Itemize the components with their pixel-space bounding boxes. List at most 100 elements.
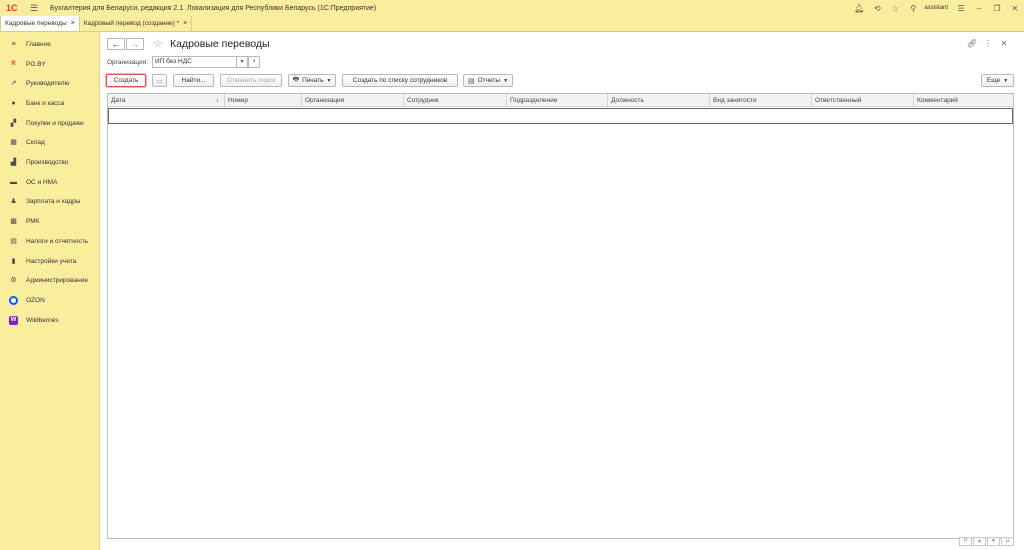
tax-icon: ▤ <box>10 238 17 245</box>
close-tab-icon[interactable]: × <box>183 20 187 27</box>
book-icon: ▮ <box>11 258 16 265</box>
sidebar-item-label: Wildberries <box>26 316 59 324</box>
sidebar-item-label: OZON <box>26 296 45 304</box>
search-icon[interactable]: ⚲ <box>904 4 922 13</box>
sidebar-item-label: Зарплата и кадры <box>26 197 81 205</box>
sidebar-item-label: PO.BY <box>26 60 46 68</box>
organization-dropdown-button[interactable]: ▾ <box>236 56 248 68</box>
column-header-comment[interactable]: Комментарий <box>914 94 1013 107</box>
sidebar-item-rmk[interactable]: ▩ РМК <box>0 213 100 229</box>
more-label: Еще <box>986 77 1001 84</box>
sidebar-item-label: Руководителю <box>26 79 70 87</box>
reports-button[interactable]: ▤ Отчеты ▼ <box>463 74 513 87</box>
column-header-date[interactable]: Дата ↓ <box>108 94 225 107</box>
report-icon: ▤ <box>467 77 475 85</box>
page-title: Кадровые переводы <box>170 38 270 50</box>
arrow-right-icon: → <box>130 39 140 49</box>
rby-icon: R <box>11 61 16 67</box>
sidebar-item-manager[interactable]: ↗ Руководителю <box>0 75 100 91</box>
more-button[interactable]: Еще ▼ <box>981 74 1014 87</box>
print-button[interactable]: 🖶︎ Печать ▼ <box>288 74 336 87</box>
open-tabs-bar: Кадровые переводы × Кадровый перевод (со… <box>0 16 1024 32</box>
bell-icon[interactable]: 🔔︎ <box>850 4 868 13</box>
printer-icon: 🖶︎ <box>292 76 300 83</box>
selected-empty-row[interactable] <box>108 108 1013 124</box>
hr-transfers-table[interactable]: Дата ↓ Номер Организация Сотрудник Подра… <box>107 93 1014 539</box>
organization-clear-button[interactable]: × <box>248 56 260 68</box>
sidebar-item-bank[interactable]: ● Банк и касса <box>0 95 100 111</box>
tab-hr-transfer-create[interactable]: Кадровый перевод (создание) * × <box>80 16 193 31</box>
sidebar-item-label: Администрирование <box>26 276 88 284</box>
sidebar-item-administration[interactable]: ⚙ Администрирование <box>0 272 100 288</box>
sidebar-item-label: Склад <box>26 138 45 146</box>
scroll-up-icon[interactable]: ▲ <box>973 537 986 546</box>
main-menu-icon[interactable]: ☰ <box>30 3 42 14</box>
copy-icon: ▭ <box>156 77 163 85</box>
restore-icon[interactable]: ❐ <box>988 4 1006 13</box>
column-header-department[interactable]: Подразделение <box>507 94 608 107</box>
column-header-organization[interactable]: Организация <box>302 94 404 107</box>
table-header: Дата ↓ Номер Организация Сотрудник Подра… <box>108 94 1013 107</box>
sidebar-item-label: Налоги и отчетность <box>26 237 89 245</box>
app-title: Бухгалтерия для Беларуси, редакция 2.1. … <box>50 4 377 12</box>
sidebar-item-salary-hr[interactable]: ♟ Зарплата и кадры <box>0 193 100 209</box>
chart-trend-icon: ↗ <box>10 80 17 87</box>
current-user[interactable]: assistant <box>924 5 948 11</box>
arrow-left-icon: ← <box>111 39 121 49</box>
column-header-responsible[interactable]: Ответственный <box>812 94 914 107</box>
sidebar-item-wildberries[interactable]: W Wildberries <box>0 312 100 328</box>
chevron-down-icon: ▼ <box>326 77 332 84</box>
link-icon[interactable]: 🔗︎ <box>964 39 980 48</box>
sidebar-item-label: Банк и касса <box>26 99 65 107</box>
sidebar-item-label: Главное <box>26 40 51 48</box>
favorites-star-icon[interactable]: ☆ <box>886 4 904 13</box>
column-header-position[interactable]: Должность <box>608 94 710 107</box>
sidebar-item-roby[interactable]: R PO.BY <box>0 56 100 72</box>
sidebar-item-ozon[interactable]: OZON <box>0 292 100 308</box>
column-header-employee[interactable]: Сотрудник <box>404 94 507 107</box>
forward-button[interactable]: → <box>126 38 144 50</box>
close-form-icon[interactable]: ✕ <box>996 39 1012 48</box>
column-header-number[interactable]: Номер <box>225 94 302 107</box>
scroll-down-icon[interactable]: ▼ <box>987 537 1000 546</box>
bank-icon: ● <box>11 99 16 107</box>
scroll-first-icon[interactable]: ⇈ <box>959 537 972 546</box>
sidebar-item-accounting-settings[interactable]: ▮ Настройки учета <box>0 253 100 269</box>
more-vert-icon[interactable]: ⋮ <box>980 39 996 48</box>
sidebar-item-production[interactable]: ▟ Производство <box>0 154 100 170</box>
sidebar-item-label: Настройки учета <box>26 257 77 265</box>
back-button[interactable]: ← <box>107 38 125 50</box>
sidebar-item-label: РМК <box>26 217 40 225</box>
print-label: Печать <box>302 77 324 84</box>
chevron-down-icon: ▼ <box>1003 77 1009 84</box>
sidebar-item-fixed-assets[interactable]: ▬ ОС и НМА <box>0 174 100 190</box>
organization-field[interactable]: ИП без НДС <box>152 56 237 68</box>
menu-icon: ≡ <box>11 40 16 48</box>
cancel-search-button[interactable]: Отменить поиск <box>220 74 282 87</box>
create-by-employee-list-button[interactable]: Создать по списку сотрудников <box>342 74 458 87</box>
copy-button[interactable]: ▭ <box>152 74 167 87</box>
sidebar-item-purchases-sales[interactable]: ▞ Покупки и продажи <box>0 115 100 131</box>
favorite-star-icon[interactable]: ☆ <box>153 37 163 50</box>
person-icon: ♟ <box>10 198 17 205</box>
sidebar-item-taxes[interactable]: ▤ Налоги и отчетность <box>0 233 100 249</box>
find-button[interactable]: Найти... <box>173 74 214 87</box>
chevron-down-icon: ▾ <box>240 59 244 65</box>
title-bar: 1С ☰ Бухгалтерия для Беларуси, редакция … <box>0 0 1024 16</box>
minimize-icon[interactable]: – <box>970 4 988 13</box>
settings-menu-icon[interactable]: ☰ <box>952 4 970 13</box>
clear-icon: × <box>252 59 256 65</box>
scroll-last-icon[interactable]: ⇊ <box>1001 537 1014 546</box>
cart-icon: ▞ <box>10 120 17 127</box>
create-button[interactable]: Создать <box>106 74 146 87</box>
sidebar-item-main[interactable]: ≡ Главное <box>0 36 100 52</box>
close-tab-icon[interactable]: × <box>71 20 75 27</box>
tab-hr-transfers[interactable]: Кадровые переводы × <box>0 16 80 31</box>
history-icon[interactable]: ⟲ <box>868 4 886 13</box>
sections-sidebar: ≡ Главное R PO.BY ↗ Руководителю ● Банк … <box>0 32 100 550</box>
main-content: ← → ☆ Кадровые переводы 🔗︎ ⋮ ✕ Организац… <box>101 32 1024 550</box>
gear-icon: ⚙ <box>10 277 17 284</box>
sidebar-item-warehouse[interactable]: ▦ Склад <box>0 134 100 150</box>
close-window-icon[interactable]: ✕ <box>1006 4 1024 13</box>
column-header-employment-type[interactable]: Вид занятости <box>710 94 812 107</box>
